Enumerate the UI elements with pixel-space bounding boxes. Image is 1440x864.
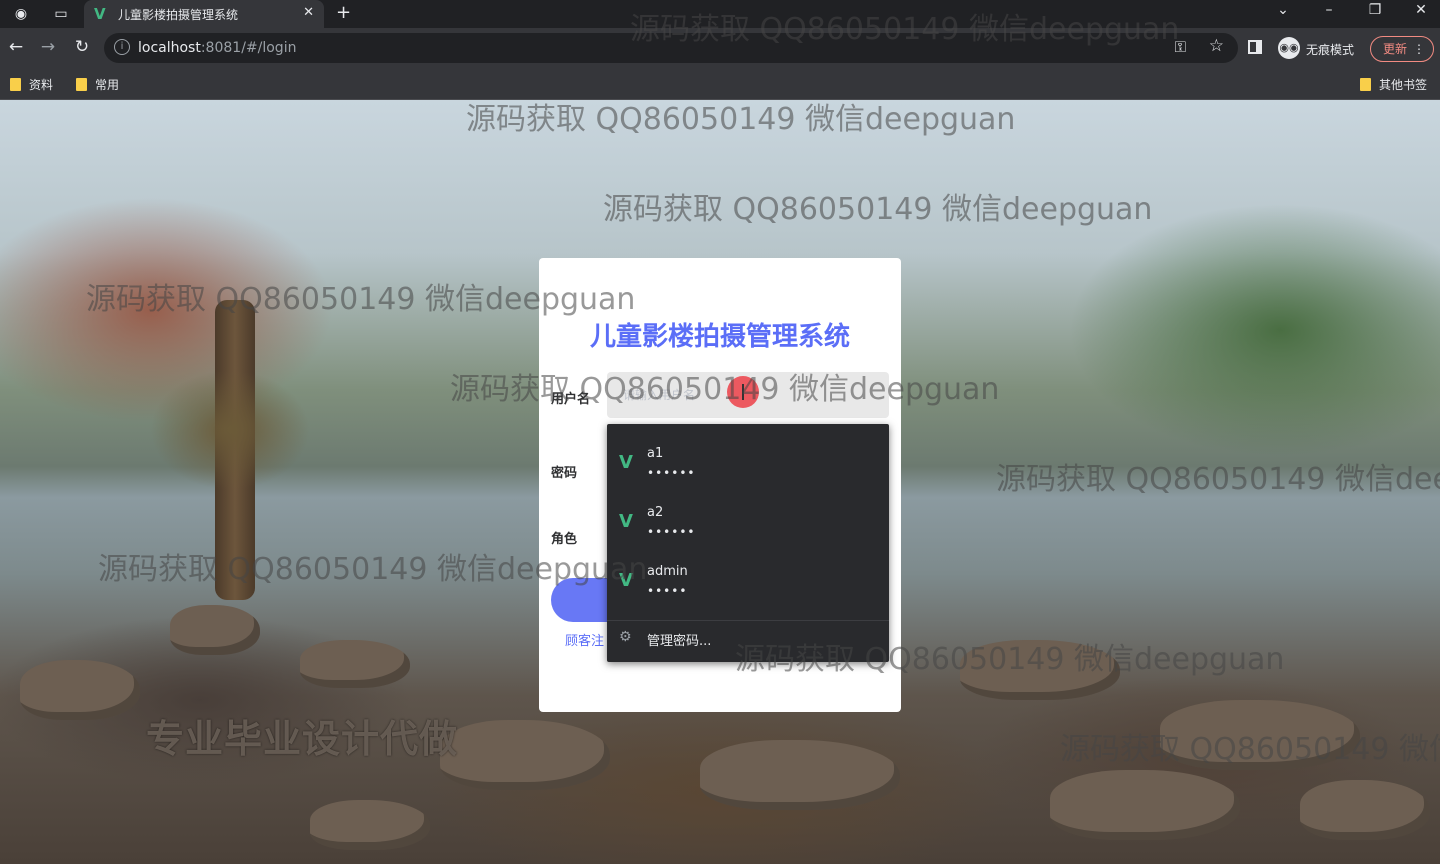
minimize-icon[interactable]: – xyxy=(1314,2,1344,18)
vue-logo-icon: V xyxy=(619,452,633,473)
autofill-divider xyxy=(607,620,889,621)
background-rock xyxy=(170,605,260,655)
star-icon[interactable]: ☆ xyxy=(1209,36,1224,56)
browser-titlebar: ◉ ▭ V 儿童影楼拍摄管理系统 ✕ + ⌄ – ❐ ✕ xyxy=(0,0,1440,28)
autofill-password-mask: •••••• xyxy=(647,525,696,539)
update-button[interactable]: 更新 ⋮ xyxy=(1370,36,1434,62)
browser-menu-icon[interactable]: ◉ xyxy=(10,4,32,24)
folder-icon xyxy=(76,78,87,91)
system-title: 儿童影楼拍摄管理系统 xyxy=(589,322,850,352)
background-rock xyxy=(440,720,610,790)
autofill-suggestion[interactable]: V admin ••••• xyxy=(607,550,889,608)
side-panel-icon[interactable] xyxy=(1248,40,1262,54)
info-icon[interactable]: i xyxy=(114,39,130,55)
more-menu-icon[interactable]: ⋮ xyxy=(1413,37,1425,61)
autofill-suggestion[interactable]: V a2 •••••• xyxy=(607,491,889,549)
arrow-left-icon[interactable]: ← xyxy=(4,37,28,57)
manage-passwords-item[interactable]: ⚙ 管理密码... xyxy=(607,624,889,654)
autofill-username: a1 xyxy=(647,446,664,461)
background-rock xyxy=(310,800,430,850)
bookmark-label: 资料 xyxy=(29,78,54,92)
close-tab-icon[interactable]: ✕ xyxy=(303,5,314,20)
customer-register-link[interactable]: 顾客注 xyxy=(565,630,604,649)
bookmark-folder-changyong[interactable]: 常用 xyxy=(76,76,119,93)
bookmarks-bar: 资料 常用 其他书签 xyxy=(0,70,1440,100)
close-window-icon[interactable]: ✕ xyxy=(1406,2,1436,18)
background-rock xyxy=(1300,780,1430,840)
browser-tab[interactable]: V 儿童影楼拍摄管理系统 ✕ xyxy=(84,0,324,28)
background-rock xyxy=(1050,770,1240,840)
url-host: localhost xyxy=(138,40,201,56)
folder-icon xyxy=(10,78,21,91)
vue-logo-icon: V xyxy=(619,511,633,532)
url-path: :8081/#/login xyxy=(200,40,297,56)
browser-toolbar: ← → ↻ i localhost:8081/#/login ⚿ ☆ ◉◉ 无痕… xyxy=(0,28,1440,70)
role-label: 角色 xyxy=(551,532,578,547)
reload-icon[interactable]: ↻ xyxy=(70,37,94,57)
vue-logo-icon: V xyxy=(94,5,106,23)
other-bookmarks[interactable]: 其他书签 xyxy=(1360,76,1427,93)
autofill-username: a2 xyxy=(647,505,664,520)
background-tree-canopy xyxy=(150,370,310,490)
key-icon[interactable]: ⚿ xyxy=(1175,38,1186,56)
autofill-password-mask: •••••• xyxy=(647,466,696,480)
other-bookmarks-label: 其他书签 xyxy=(1379,78,1428,92)
background-rock xyxy=(700,740,900,810)
bookmark-folder-ziliao[interactable]: 资料 xyxy=(10,76,53,93)
background-rock xyxy=(960,640,1120,700)
password-autofill-dropdown: V a1 •••••• V a2 •••••• V admin ••••• ⚙ … xyxy=(607,424,889,662)
address-bar[interactable]: i localhost:8081/#/login ⚿ ☆ xyxy=(104,33,1238,63)
gear-icon: ⚙ xyxy=(619,629,632,645)
tab-title: 儿童影楼拍摄管理系统 xyxy=(118,8,239,22)
tab-list-icon[interactable]: ⌄ xyxy=(1268,2,1298,18)
password-label: 密码 xyxy=(551,466,578,481)
bookmark-label: 常用 xyxy=(95,78,120,92)
manage-passwords-label: 管理密码... xyxy=(647,634,712,649)
update-label: 更新 xyxy=(1383,42,1408,56)
new-tab-icon[interactable]: + xyxy=(336,2,351,23)
text-cursor-icon xyxy=(742,384,744,400)
background-rock xyxy=(300,640,410,688)
autofill-password-mask: ••••• xyxy=(647,584,688,598)
autofill-suggestion[interactable]: V a1 •••••• xyxy=(607,432,889,490)
vue-logo-icon: V xyxy=(619,570,633,591)
restore-icon[interactable]: ❐ xyxy=(1360,2,1390,18)
username-label: 用户名 xyxy=(551,392,591,407)
slogan-watermark: 专业毕业设计代做 xyxy=(146,717,459,761)
incognito-label[interactable]: 无痕模式 xyxy=(1306,41,1354,58)
autofill-username: admin xyxy=(647,564,688,579)
url-text[interactable]: localhost:8081/#/login xyxy=(138,40,296,56)
background-rock xyxy=(20,660,140,720)
tab-search-icon[interactable]: ▭ xyxy=(50,4,72,24)
background-rock xyxy=(1160,700,1360,770)
incognito-icon[interactable]: ◉◉ xyxy=(1278,37,1300,59)
arrow-right-icon[interactable]: → xyxy=(36,37,60,57)
folder-icon xyxy=(1360,78,1371,91)
